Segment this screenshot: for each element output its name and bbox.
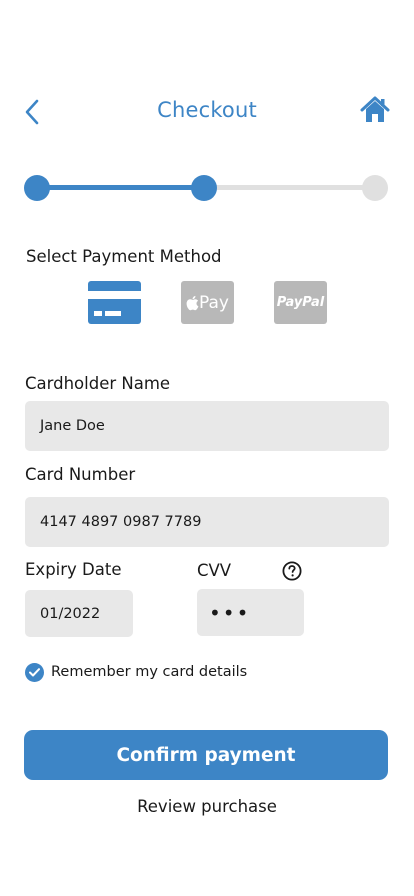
question-circle-icon: [282, 561, 302, 581]
remember-card-option: Remember my card details: [25, 662, 247, 682]
checkmark-icon: [29, 667, 40, 676]
progress-track-complete: [36, 185, 204, 190]
apple-logo-icon: [186, 295, 199, 310]
expiry-date-label: Expiry Date: [25, 560, 122, 579]
expiry-date-field[interactable]: 01/2022: [25, 590, 133, 637]
step-1-indicator: [24, 175, 50, 201]
cardholder-name-field[interactable]: Jane Doe: [25, 401, 389, 451]
apple-pay-label: Pay: [199, 292, 229, 313]
payment-method-apple-pay[interactable]: Pay: [181, 281, 234, 324]
card-number-label: Card Number: [25, 465, 136, 484]
confirm-payment-button[interactable]: Confirm payment: [24, 730, 388, 780]
header: Checkout: [0, 90, 414, 134]
step-3-indicator: [362, 175, 388, 201]
payment-method-selector: Pay PayPal: [0, 281, 414, 324]
cardholder-name-value: Jane Doe: [40, 418, 105, 434]
cardholder-name-label: Cardholder Name: [25, 374, 171, 393]
card-number-field[interactable]: 4147 4897 0987 7789: [25, 497, 389, 547]
credit-card-icon: [88, 291, 141, 316]
cvv-field[interactable]: •••: [197, 589, 304, 636]
cvv-help-button[interactable]: [282, 561, 302, 581]
home-button[interactable]: [360, 96, 392, 128]
payment-method-card[interactable]: [88, 281, 141, 324]
card-number-value: 4147 4897 0987 7789: [40, 514, 202, 530]
cvv-value: •••: [209, 600, 251, 625]
page-title: Checkout: [157, 98, 257, 122]
cvv-label: CVV: [197, 561, 232, 580]
review-purchase-link[interactable]: Review purchase: [0, 797, 414, 816]
paypal-label: PayPal: [276, 295, 325, 310]
remember-card-label: Remember my card details: [51, 664, 248, 680]
remember-card-checkbox[interactable]: [25, 662, 44, 682]
expiry-date-value: 01/2022: [40, 605, 101, 622]
home-icon: [360, 96, 390, 122]
checkout-progress: [24, 174, 388, 202]
step-2-indicator: [191, 175, 217, 201]
payment-method-heading: Select Payment Method: [26, 247, 222, 266]
progress-track-remaining: [204, 185, 374, 190]
payment-method-paypal[interactable]: PayPal: [274, 281, 327, 324]
